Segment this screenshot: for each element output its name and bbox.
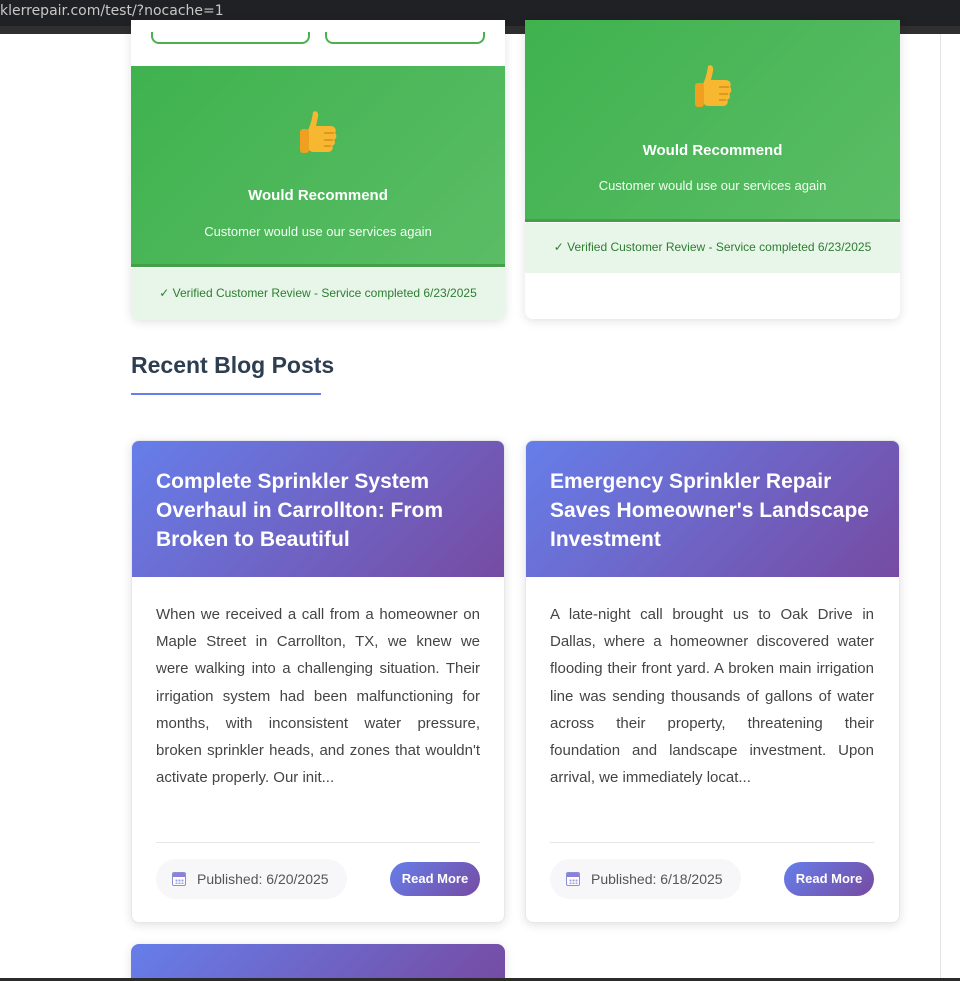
recommend-subtitle: Customer would use our services again: [598, 178, 827, 193]
section-title-underline: [131, 393, 321, 395]
recommend-panel: Would Recommend Customer would use our s…: [525, 20, 900, 222]
blog-card-header: [131, 944, 505, 981]
page-right-border: [940, 34, 941, 978]
read-more-button[interactable]: Read More: [390, 862, 480, 896]
section-title: Recent Blog Posts: [131, 352, 335, 378]
blog-excerpt: A late-night call brought us to Oak Driv…: [550, 606, 874, 787]
recommend-title: Would Recommend: [248, 187, 388, 204]
calendar-icon: [566, 872, 580, 886]
verified-review-note: ✓ Verified Customer Review - Service com…: [525, 223, 900, 273]
publish-date: Published: 6/20/2025: [197, 871, 329, 887]
url-text: klerrepair.com/test/?nocache=1: [0, 3, 224, 19]
blog-card: Emergency Sprinkler Repair Saves Homeown…: [525, 440, 900, 923]
recommend-panel: Would Recommend Customer would use our s…: [131, 66, 505, 267]
publish-date-badge: Published: 6/18/2025: [550, 859, 741, 899]
publish-date-badge: Published: 6/20/2025: [156, 859, 347, 899]
recommend-subtitle: Customer would use our services again: [204, 224, 432, 239]
blog-card: [131, 944, 505, 981]
divider: [156, 842, 480, 843]
thumbs-up-icon: [525, 62, 900, 125]
thumbs-up-icon: [131, 108, 505, 171]
blog-card-header: Complete Sprinkler System Overhaul in Ca…: [132, 441, 504, 577]
blog-card: Complete Sprinkler System Overhaul in Ca…: [131, 440, 505, 923]
review-action-button[interactable]: [151, 32, 310, 44]
blog-title[interactable]: Complete Sprinkler System Overhaul in Ca…: [156, 467, 480, 554]
blog-card-header: Emergency Sprinkler Repair Saves Homeown…: [526, 441, 899, 577]
review-action-button[interactable]: [325, 32, 485, 44]
review-card: Would Recommend Customer would use our s…: [525, 20, 900, 319]
review-card: Would Recommend Customer would use our s…: [131, 20, 505, 320]
verified-review-note: ✓ Verified Customer Review - Service com…: [131, 268, 505, 320]
blog-excerpt: When we received a call from a homeowner…: [156, 606, 480, 787]
publish-date: Published: 6/18/2025: [591, 871, 723, 887]
recommend-title: Would Recommend: [642, 142, 783, 159]
divider: [550, 842, 874, 843]
calendar-icon: [172, 872, 186, 886]
blog-title[interactable]: Emergency Sprinkler Repair Saves Homeown…: [550, 467, 875, 554]
read-more-button[interactable]: Read More: [784, 862, 874, 896]
